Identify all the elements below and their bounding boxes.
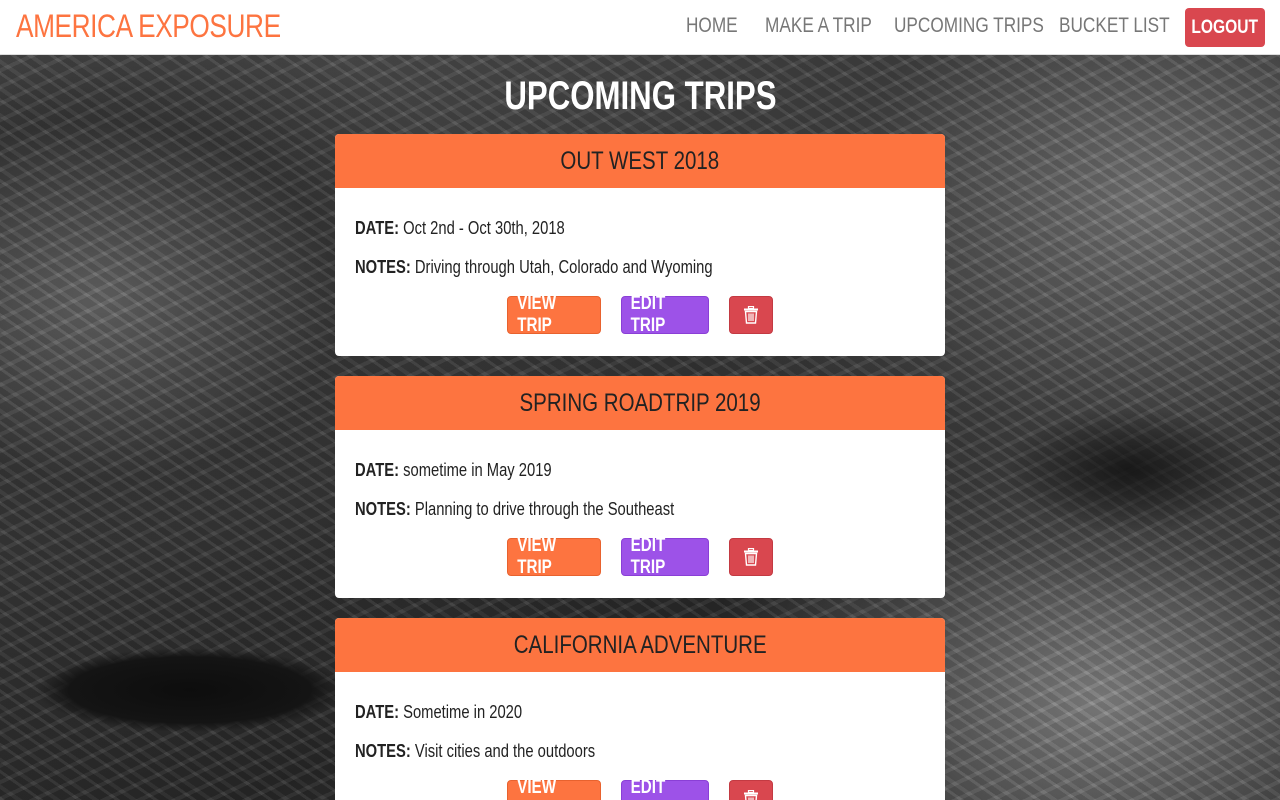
edit-trip-button[interactable]: EDIT TRIP [621, 293, 709, 336]
trip-notes: NOTES: Visit cities and the outdoors [355, 741, 595, 762]
edit-trip-label: EDIT TRIP [630, 777, 666, 800]
trash-icon [744, 306, 758, 324]
date-label: DATE: [355, 702, 400, 722]
trip-card: CALIFORNIA ADVENTURE DATE: Sometime in 2… [335, 618, 945, 800]
notes-label: NOTES: [355, 741, 411, 761]
trip-title: CALIFORNIA ADVENTURE [513, 630, 767, 659]
view-trip-button[interactable]: VIEW TRIP [507, 777, 601, 800]
trip-date: DATE: sometime in May 2019 [355, 460, 552, 481]
trip-card: SPRING ROADTRIP 2019 DATE: sometime in M… [335, 376, 945, 598]
trip-notes-value: Planning to drive through the Southeast [414, 499, 675, 519]
edit-trip-button[interactable]: EDIT TRIP [621, 535, 709, 578]
trip-notes-value: Driving through Utah, Colorado and Wyomi… [414, 257, 713, 277]
view-trip-button[interactable]: VIEW TRIP [507, 293, 601, 336]
edit-trip-button[interactable]: EDIT TRIP [621, 777, 709, 800]
nav-home[interactable]: HOME [686, 14, 738, 38]
edit-trip-label: EDIT TRIP [630, 535, 666, 578]
trip-card-header: SPRING ROADTRIP 2019 [335, 376, 945, 430]
view-trip-label: VIEW TRIP [517, 293, 557, 336]
trip-date-value: sometime in May 2019 [403, 460, 552, 480]
nav-upcoming-trips[interactable]: UPCOMING TRIPS [894, 14, 1044, 38]
nav-bucket-list[interactable]: BUCKET LIST [1059, 14, 1170, 38]
logout-button[interactable]: LOGOUT [1185, 8, 1265, 47]
trip-date: DATE: Oct 2nd - Oct 30th, 2018 [355, 218, 565, 239]
delete-trip-button[interactable] [729, 538, 773, 576]
trip-title: OUT WEST 2018 [560, 146, 720, 175]
notes-label: NOTES: [355, 257, 411, 277]
date-label: DATE: [355, 460, 400, 480]
nav-make-a-trip[interactable]: MAKE A TRIP [765, 14, 872, 38]
date-label: DATE: [355, 218, 400, 238]
trip-date: DATE: Sometime in 2020 [355, 702, 522, 723]
logout-label: LOGOUT [1191, 16, 1259, 38]
trip-notes: NOTES: Driving through Utah, Colorado an… [355, 257, 713, 278]
trip-card-header: CALIFORNIA ADVENTURE [335, 618, 945, 672]
view-trip-button[interactable]: VIEW TRIP [507, 535, 601, 578]
trash-icon [744, 790, 758, 800]
view-trip-label: VIEW TRIP [517, 777, 557, 800]
trip-card-header: OUT WEST 2018 [335, 134, 945, 188]
trip-notes-value: Visit cities and the outdoors [414, 741, 596, 761]
page-title-text: UPCOMING TRIPS [503, 74, 777, 118]
trip-card: OUT WEST 2018 DATE: Oct 2nd - Oct 30th, … [335, 134, 945, 356]
top-navbar: AMERICA EXPOSURE HOME MAKE A TRIP UPCOMI… [0, 0, 1280, 55]
trip-notes: NOTES: Planning to drive through the Sou… [355, 499, 674, 520]
delete-trip-button[interactable] [729, 780, 773, 800]
trip-date-value: Sometime in 2020 [403, 702, 523, 722]
trip-date-value: Oct 2nd - Oct 30th, 2018 [403, 218, 565, 238]
delete-trip-button[interactable] [729, 296, 773, 334]
trash-icon [744, 548, 758, 566]
brand-logo[interactable]: AMERICA EXPOSURE [16, 8, 281, 45]
trip-title: SPRING ROADTRIP 2019 [519, 388, 761, 417]
view-trip-label: VIEW TRIP [517, 535, 557, 578]
notes-label: NOTES: [355, 499, 411, 519]
edit-trip-label: EDIT TRIP [630, 293, 666, 336]
page-title: UPCOMING TRIPS [0, 74, 1280, 119]
